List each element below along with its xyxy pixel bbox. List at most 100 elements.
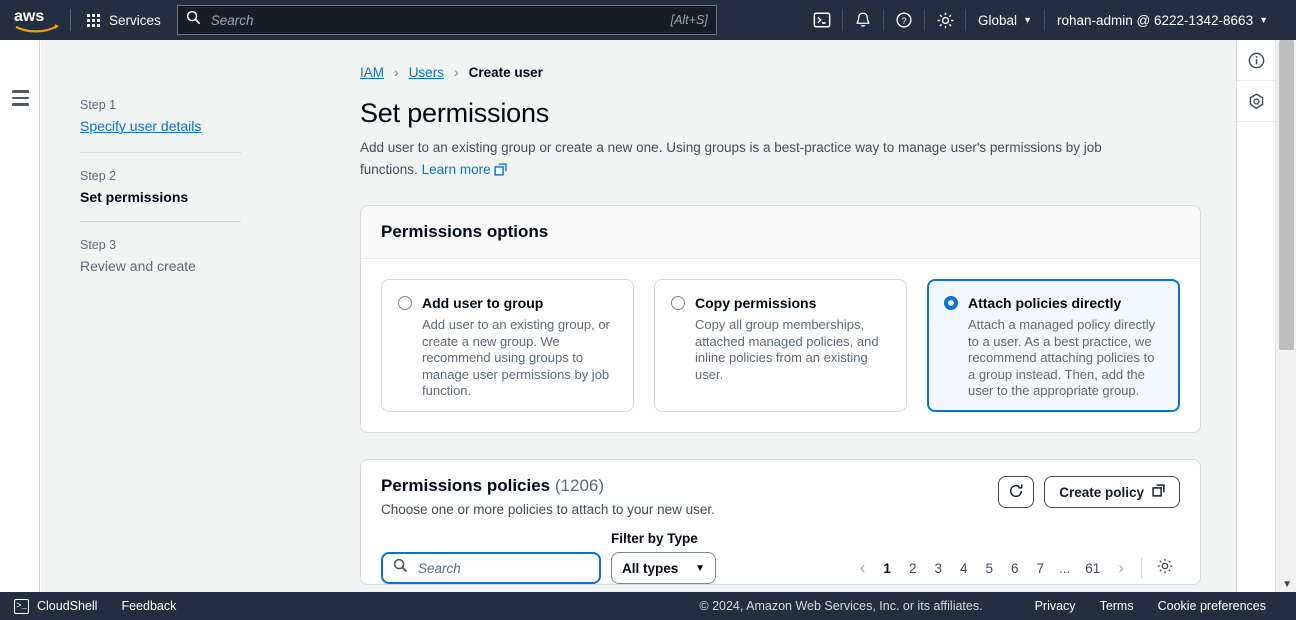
- aws-logo[interactable]: aws: [14, 7, 60, 33]
- learn-more-link[interactable]: Learn more: [422, 162, 491, 177]
- create-policy-label: Create policy: [1059, 484, 1144, 500]
- settings-gear-icon[interactable]: [925, 0, 965, 40]
- account-label: rohan-admin @ 6222-1342-8663: [1056, 12, 1254, 28]
- security-shield-icon[interactable]: [1237, 81, 1276, 122]
- top-navigation-bar: aws Services [Alt+S]: [0, 0, 1296, 40]
- breadcrumb-item-iam[interactable]: IAM: [360, 65, 384, 80]
- radio-unchecked-icon[interactable]: [671, 296, 685, 310]
- nav-divider: [70, 9, 71, 31]
- option-label: Attach policies directly: [968, 295, 1122, 311]
- pagination-divider: [1141, 558, 1142, 578]
- pagination-page-1[interactable]: 1: [874, 561, 900, 576]
- breadcrumb: IAM › Users › Create user: [280, 40, 1296, 80]
- pagination-page-3[interactable]: 3: [925, 561, 951, 576]
- cookie-preferences-link[interactable]: Cookie preferences: [1158, 599, 1266, 613]
- pagination-page-5[interactable]: 5: [976, 561, 1002, 576]
- breadcrumb-separator-icon: ›: [394, 64, 399, 80]
- step-number: Step 2: [80, 169, 117, 183]
- chevron-down-icon: ▼: [1023, 15, 1032, 25]
- pagination-page-7[interactable]: 7: [1028, 561, 1054, 576]
- preferences-gear-icon[interactable]: [1150, 557, 1180, 580]
- footer-left-group: >_ CloudShell Feedback: [14, 598, 176, 614]
- step-divider: [80, 152, 241, 153]
- refresh-button[interactable]: [998, 476, 1035, 508]
- pagination-last-page[interactable]: 61: [1076, 561, 1109, 576]
- region-selector[interactable]: Global ▼: [966, 0, 1044, 40]
- copyright-text: © 2024, Amazon Web Services, Inc. or its…: [699, 599, 983, 613]
- permissions-options-heading: Permissions options: [381, 222, 549, 241]
- permissions-policies-header: Permissions policies (1206) Choose one o…: [361, 460, 1200, 531]
- main-content: IAM › Users › Create user Set permission…: [280, 40, 1296, 592]
- global-search-input[interactable]: [208, 11, 667, 29]
- pagination-next-button[interactable]: ›: [1109, 558, 1133, 578]
- pagination-page-6[interactable]: 6: [1002, 561, 1028, 576]
- refresh-icon: [1008, 483, 1024, 502]
- help-question-icon[interactable]: ?: [884, 0, 924, 40]
- hamburger-menu-icon[interactable]: [12, 90, 29, 110]
- page-body: Step 1 Specify user details Step 2 Set p…: [0, 40, 1296, 592]
- account-menu[interactable]: rohan-admin @ 6222-1342-8663 ▼: [1045, 0, 1280, 40]
- page-title: Set permissions: [360, 98, 550, 128]
- svg-text:aws: aws: [14, 8, 44, 25]
- filter-by-type-select[interactable]: All types ▼: [611, 552, 716, 584]
- global-search-bar[interactable]: [Alt+S]: [176, 5, 717, 35]
- scrollbar-thumb[interactable]: [1279, 40, 1294, 350]
- sidebar-item-review-and-create[interactable]: Review and create: [80, 258, 280, 274]
- permissions-policies-heading: Permissions policies (1206): [381, 476, 715, 496]
- pagination-prev-button[interactable]: ‹: [851, 558, 875, 578]
- search-icon: [393, 558, 408, 578]
- permissions-options-body: Add user to group Add user to an existin…: [361, 259, 1200, 432]
- policies-filter-row: Filter by Type All types ▼ ‹ 1 2 3 4 5 6…: [361, 531, 1200, 584]
- filter-by-type-label: Filter by Type: [611, 531, 698, 546]
- option-label: Copy permissions: [695, 295, 817, 311]
- services-menu-button[interactable]: Services: [81, 9, 167, 32]
- scroll-down-arrow-icon[interactable]: ▼: [1282, 579, 1292, 590]
- policies-header-actions: Create policy: [998, 476, 1180, 508]
- pagination-page-2[interactable]: 2: [900, 561, 926, 576]
- cloudshell-icon[interactable]: >_: [14, 598, 29, 614]
- services-label: Services: [109, 12, 161, 28]
- policy-search-field[interactable]: [381, 552, 601, 584]
- filter-by-type-group: Filter by Type All types ▼: [611, 531, 716, 584]
- info-circle-icon[interactable]: [1237, 40, 1276, 81]
- right-tools-rail: [1236, 40, 1276, 592]
- option-header: Copy permissions: [671, 294, 890, 312]
- policies-count: (1206): [554, 476, 605, 495]
- privacy-link[interactable]: Privacy: [1035, 599, 1076, 613]
- chevron-down-icon: ▼: [1259, 15, 1268, 25]
- grid-apps-icon: [87, 13, 100, 27]
- option-header: Attach policies directly: [944, 294, 1163, 312]
- top-nav-right-group: ? Global ▼ rohan-admin @ 6222-1342-8663: [802, 0, 1296, 40]
- pagination-page-4[interactable]: 4: [951, 561, 977, 576]
- option-copy-permissions[interactable]: Copy permissions Copy all group membersh…: [654, 279, 907, 412]
- sidebar-item-set-permissions[interactable]: Set permissions: [80, 189, 280, 205]
- permissions-options-header: Permissions options: [361, 206, 1200, 259]
- option-attach-policies-directly[interactable]: Attach policies directly Attach a manage…: [927, 279, 1180, 412]
- page-scrollbar[interactable]: ▼: [1275, 40, 1296, 592]
- option-add-user-to-group[interactable]: Add user to group Add user to an existin…: [381, 279, 634, 412]
- feedback-link[interactable]: Feedback: [121, 599, 176, 613]
- option-description: Attach a managed policy directly to a us…: [968, 317, 1156, 398]
- policy-search-input[interactable]: [416, 559, 599, 577]
- sidebar-item-specify-user-details[interactable]: Specify user details: [80, 118, 201, 134]
- sidebar-step-1: Step 1 Specify user details: [41, 40, 280, 136]
- create-policy-button[interactable]: Create policy: [1044, 476, 1180, 508]
- option-description: Add user to an existing group, or create…: [422, 317, 610, 398]
- notifications-bell-icon[interactable]: [843, 0, 883, 40]
- permissions-policies-subtitle: Choose one or more policies to attach to…: [381, 502, 715, 517]
- external-link-icon: [494, 161, 507, 183]
- terms-link[interactable]: Terms: [1100, 599, 1134, 613]
- page-description: Add user to an existing group or create …: [360, 137, 1150, 183]
- radio-unchecked-icon[interactable]: [398, 296, 412, 310]
- external-link-icon: [1152, 484, 1165, 500]
- permissions-options-panel: Permissions options Add user to group Ad…: [360, 205, 1201, 433]
- cloudshell-label[interactable]: CloudShell: [37, 599, 97, 613]
- breadcrumb-item-users[interactable]: Users: [409, 65, 444, 80]
- region-label: Global: [978, 12, 1018, 28]
- wizard-steps-sidebar: Step 1 Specify user details Step 2 Set p…: [41, 40, 280, 592]
- page-header: Set permissions Add user to an existing …: [280, 98, 1296, 183]
- breadcrumb-item-create-user: Create user: [468, 64, 543, 80]
- cloudshell-icon[interactable]: [802, 0, 842, 40]
- permissions-policies-title-group: Permissions policies (1206) Choose one o…: [381, 476, 715, 517]
- radio-checked-icon[interactable]: [944, 296, 958, 310]
